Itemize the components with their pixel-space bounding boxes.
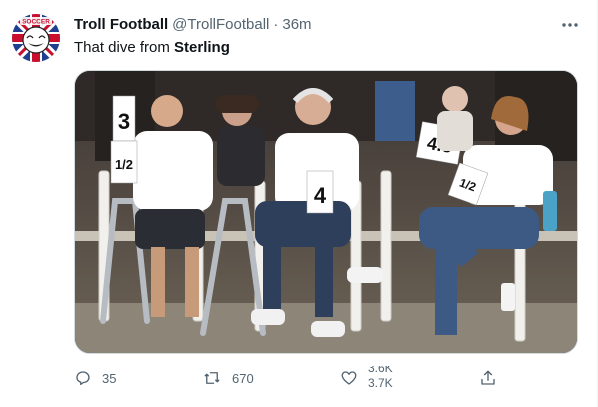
tweet-text-prefix: That dive from (74, 39, 175, 56)
retweet-count: 670 (232, 370, 254, 386)
reply-button[interactable]: 35 (74, 366, 116, 390)
reply-icon (76, 371, 90, 386)
tweet-photo[interactable]: 3 1/2 4 1/2 (74, 70, 578, 354)
scorecard-left-bottom: 1/2 (115, 157, 133, 172)
tweet-text-bold: Sterling (174, 39, 230, 56)
share-button[interactable] (479, 366, 497, 390)
tweet-actions-bar: 35 670 3.6K 3.7K (74, 366, 504, 390)
more-options-button[interactable] (559, 14, 581, 36)
tweet-card[interactable]: SOCCER Troll Football @TrollFootball · 3… (0, 0, 598, 407)
like-count-new: 3.7K (368, 376, 393, 390)
author-avatar[interactable]: SOCCER (12, 14, 60, 62)
scorecard-center: 4 (314, 183, 327, 208)
retweet-icon (204, 372, 220, 384)
photo-illustration: 3 1/2 4 1/2 (75, 71, 577, 353)
like-count-animating: 3.6K 3.7K (368, 366, 408, 390)
troll-face-union-jack-avatar-icon: SOCCER (12, 14, 60, 62)
avatar-lettering: SOCCER (22, 19, 50, 26)
heart-icon (341, 371, 357, 385)
reply-count: 35 (102, 370, 117, 386)
scorecard-left-top: 3 (118, 109, 130, 134)
ellipsis-icon (562, 23, 578, 27)
like-button[interactable]: 3.6K 3.7K (340, 366, 408, 390)
tweet-header: Troll Football @TrollFootball · 36m (74, 16, 312, 33)
retweet-button[interactable]: 670 (202, 366, 254, 390)
like-count-old: 3.6K (368, 366, 393, 375)
tweet-text: That dive from Sterling (74, 39, 230, 56)
author-display-name[interactable]: Troll Football (74, 16, 168, 33)
tweet-timestamp[interactable]: 36m (282, 16, 311, 33)
share-icon (481, 370, 495, 385)
author-handle[interactable]: @TrollFootball (172, 16, 269, 33)
header-separator: · (273, 16, 279, 33)
